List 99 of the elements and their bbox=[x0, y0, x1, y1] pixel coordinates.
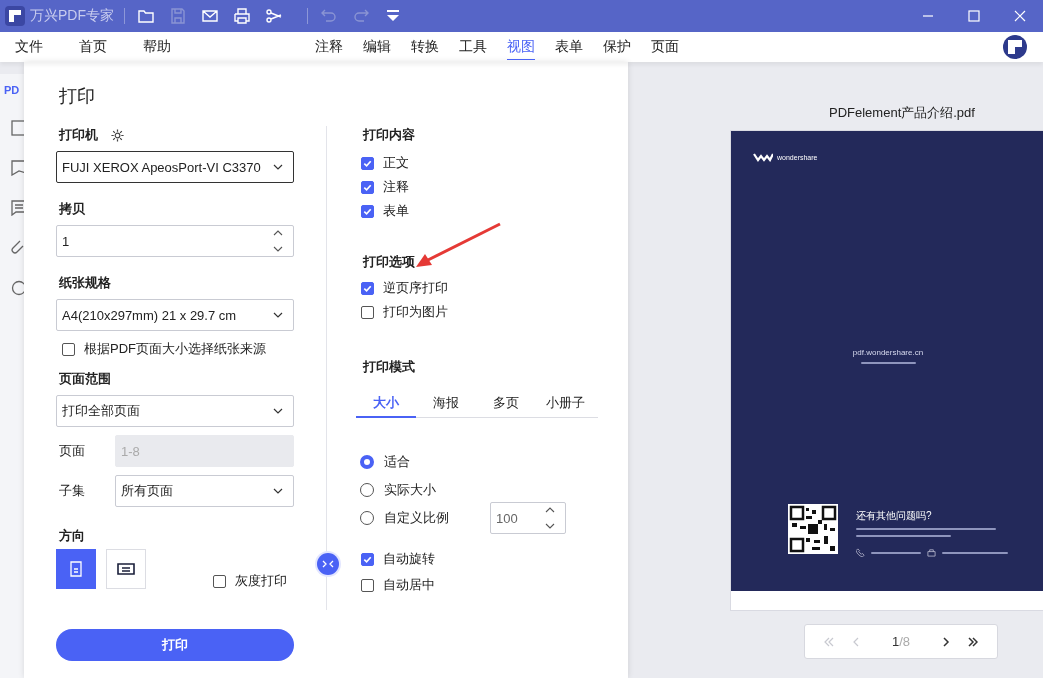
folder-icon[interactable] bbox=[137, 7, 155, 25]
phone-text-line bbox=[871, 551, 921, 554]
menu-tab[interactable]: 工具 bbox=[459, 34, 487, 60]
bookmark-icon[interactable] bbox=[11, 160, 24, 176]
chevron-down-icon bbox=[273, 408, 283, 414]
file-name: PDFelement产品介绍.pdf bbox=[829, 104, 975, 122]
checkbox[interactable] bbox=[361, 552, 374, 566]
section-label: 打印模式 bbox=[363, 358, 416, 376]
checkbox[interactable] bbox=[361, 578, 374, 592]
field-label: 方向 bbox=[59, 527, 86, 545]
checkbox[interactable] bbox=[361, 281, 374, 295]
radio-label: 适合 bbox=[384, 453, 411, 471]
app-logo-icon bbox=[5, 6, 25, 26]
menu-tab[interactable]: 转换 bbox=[411, 34, 439, 60]
maximize-icon[interactable] bbox=[968, 10, 980, 22]
menu-tab[interactable]: 编辑 bbox=[363, 34, 391, 60]
collapse-arrows-icon bbox=[322, 560, 334, 568]
share-icon[interactable] bbox=[265, 7, 283, 25]
checkbox[interactable] bbox=[361, 156, 374, 170]
section-label: 打印内容 bbox=[363, 126, 416, 144]
collapse-button[interactable] bbox=[317, 553, 339, 575]
sidebar-tab[interactable]: PD bbox=[4, 84, 20, 96]
spinner-arrows-icon[interactable] bbox=[273, 229, 283, 253]
chevron-down-icon bbox=[273, 312, 283, 318]
mode-tab[interactable]: 多页 bbox=[476, 394, 536, 418]
subset-select[interactable]: 所有页面 bbox=[115, 475, 294, 507]
search-icon[interactable] bbox=[11, 280, 24, 296]
checkbox[interactable] bbox=[62, 342, 75, 356]
checkbox-label: 打印为图片 bbox=[383, 303, 448, 321]
current-page[interactable]: 1 bbox=[891, 634, 900, 649]
mode-tab[interactable]: 小册子 bbox=[536, 394, 596, 418]
field-label: 打印机 bbox=[59, 126, 98, 144]
app-title: 万兴PDF专家 bbox=[30, 7, 114, 25]
radio-label: 实际大小 bbox=[384, 481, 437, 499]
menu-tab[interactable]: 视图 bbox=[507, 34, 535, 60]
radio-button[interactable] bbox=[360, 511, 374, 525]
scale-field[interactable]: 100 bbox=[490, 502, 566, 534]
field-label: 页面范围 bbox=[59, 370, 112, 388]
last-page-icon[interactable] bbox=[968, 636, 979, 647]
radio-label: 自定义比例 bbox=[384, 509, 450, 527]
field-label: 页面 bbox=[58, 442, 86, 460]
close-icon[interactable] bbox=[1014, 10, 1026, 22]
menu-item[interactable]: 首页 bbox=[79, 38, 107, 56]
menu-item[interactable]: 帮助 bbox=[143, 38, 171, 56]
spinner-arrows-icon[interactable] bbox=[545, 506, 555, 530]
phone-icon bbox=[856, 548, 865, 557]
question-text: 还有其他问题吗? bbox=[856, 509, 933, 523]
url-text: pdf.wondershare.cn bbox=[852, 348, 924, 357]
print-button[interactable]: 打印 bbox=[56, 629, 294, 661]
page-total: /8 bbox=[899, 634, 910, 649]
chevron-down-icon bbox=[273, 164, 283, 170]
mode-tab[interactable]: 海报 bbox=[416, 394, 476, 418]
radio-button[interactable] bbox=[360, 455, 374, 469]
radio-button[interactable] bbox=[360, 483, 374, 497]
checkbox[interactable] bbox=[213, 574, 226, 588]
portrait-button[interactable] bbox=[56, 549, 96, 589]
dialog-title: 打印 bbox=[59, 85, 96, 108]
checkbox[interactable] bbox=[361, 305, 374, 319]
page-range-select[interactable]: 打印全部页面 bbox=[56, 395, 294, 427]
field-label: 子集 bbox=[58, 482, 86, 500]
logo-icon bbox=[753, 152, 773, 162]
mailbox-icon bbox=[927, 548, 936, 557]
printer-select[interactable]: FUJI XEROX ApeosPort-VI C3370 bbox=[56, 151, 294, 183]
checkbox-label: 正文 bbox=[383, 154, 409, 172]
field-label: 拷贝 bbox=[59, 200, 86, 218]
checkbox-label: 表单 bbox=[383, 202, 409, 220]
mail-icon[interactable] bbox=[201, 7, 219, 25]
menu-tab[interactable]: 注释 bbox=[315, 34, 343, 60]
menu-tab[interactable]: 表单 bbox=[555, 34, 583, 60]
comment-icon[interactable] bbox=[11, 200, 24, 216]
menu-tab[interactable]: 页面 bbox=[651, 34, 679, 60]
field-label: 纸张规格 bbox=[59, 274, 112, 292]
email-text-line bbox=[942, 551, 1008, 554]
checkbox-label: 自动居中 bbox=[383, 576, 435, 594]
attachment-icon[interactable] bbox=[11, 240, 24, 256]
checkbox-label: 自动旋转 bbox=[383, 550, 435, 568]
print-icon[interactable] bbox=[233, 7, 251, 25]
mode-tab[interactable]: 大小 bbox=[356, 394, 416, 418]
paper-size-select[interactable]: A4(210x297mm) 21 x 29.7 cm bbox=[56, 299, 294, 331]
page-icon[interactable] bbox=[11, 120, 24, 136]
menu-item[interactable]: 文件 bbox=[15, 38, 43, 56]
checkbox[interactable] bbox=[361, 204, 374, 218]
checkbox-label: 注释 bbox=[383, 178, 409, 196]
checkbox-label: 逆页序打印 bbox=[383, 279, 448, 297]
section-label: 打印选项 bbox=[363, 253, 416, 271]
app-logo-icon[interactable] bbox=[1003, 35, 1027, 59]
chevron-down-icon bbox=[273, 488, 283, 494]
checkbox-label: 根据PDF页面大小选择纸张来源 bbox=[84, 340, 266, 358]
next-page-icon[interactable] bbox=[941, 636, 952, 647]
menu-tab[interactable]: 保护 bbox=[603, 34, 631, 60]
tagline-line bbox=[860, 362, 916, 364]
portrait-page-icon bbox=[70, 561, 82, 577]
checkbox-label: 灰度打印 bbox=[235, 572, 287, 590]
landscape-button[interactable] bbox=[106, 549, 146, 589]
qr-code-drawing bbox=[788, 504, 838, 554]
checkbox[interactable] bbox=[361, 180, 374, 194]
copies-field[interactable]: 1 bbox=[56, 225, 294, 257]
landscape-page-icon bbox=[117, 563, 135, 575]
settings-icon[interactable] bbox=[110, 127, 125, 143]
